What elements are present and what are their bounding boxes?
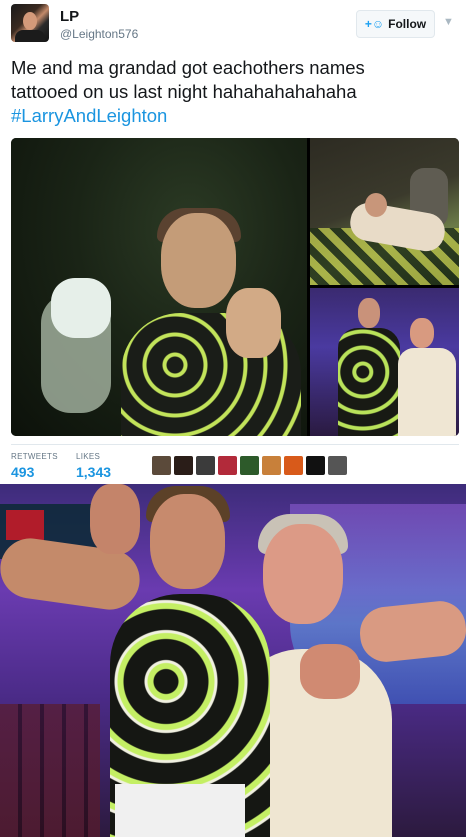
photo-hand xyxy=(226,288,281,358)
photo-lying-head xyxy=(365,193,387,217)
author-display-name[interactable]: LP xyxy=(60,8,79,25)
likes-count: 1,343 xyxy=(76,464,112,480)
liker-avatar[interactable] xyxy=(196,456,215,475)
retweets-count: 493 xyxy=(11,464,35,480)
media-photo-grandad[interactable] xyxy=(310,288,459,436)
photo-grandad-face xyxy=(410,318,434,348)
retweets-stat[interactable]: RETWEETS 493 xyxy=(11,452,58,480)
liker-avatar[interactable] xyxy=(218,456,237,475)
large-photo-grandson-and-grandad xyxy=(0,484,466,837)
photo-neon-sign-red xyxy=(6,510,44,540)
follow-button-label: Follow xyxy=(388,17,427,31)
photo-grandson-face xyxy=(358,298,380,328)
hashtag-link[interactable]: #LarryAndLeighton xyxy=(11,104,456,128)
liker-avatar[interactable] xyxy=(262,456,281,475)
photo-chairs xyxy=(0,704,100,837)
photo-grandson-fist xyxy=(90,484,140,554)
author-handle[interactable]: @Leighton576 xyxy=(60,27,138,41)
photo-grandson-jeans xyxy=(115,784,245,837)
add-user-icon: +☺ xyxy=(364,17,385,31)
retweets-label: RETWEETS xyxy=(11,452,58,461)
photo-grandson-face xyxy=(150,494,225,589)
liker-avatars xyxy=(152,456,347,475)
liker-avatar[interactable] xyxy=(174,456,193,475)
chevron-down-icon[interactable]: ▼ xyxy=(443,16,454,28)
tweet-text-line-1: Me and ma grandad got eachothers names xyxy=(11,57,365,78)
divider xyxy=(11,444,459,445)
photo-grandad-face xyxy=(263,524,343,624)
tweet-text-line-2: tattooed on us last night hahahahahahaha xyxy=(11,81,357,102)
follow-button[interactable]: +☺ Follow xyxy=(356,10,435,38)
tweet-text: Me and ma grandad got eachothers names t… xyxy=(11,56,456,128)
photo-grandson xyxy=(338,328,400,436)
avatar-face xyxy=(23,12,37,30)
photo-grandad-hand xyxy=(300,644,360,699)
likes-label: LIKES xyxy=(76,452,101,461)
photo-grandad xyxy=(398,348,456,436)
media-photo-tattoo-session[interactable] xyxy=(11,138,307,436)
avatar-shirt xyxy=(15,30,45,42)
tweet-card: LP @Leighton576 +☺ Follow ▼ Me and ma gr… xyxy=(0,0,466,480)
photo-face xyxy=(161,213,236,308)
author-avatar[interactable] xyxy=(11,4,49,42)
liker-avatar[interactable] xyxy=(240,456,259,475)
liker-avatar[interactable] xyxy=(284,456,303,475)
liker-avatar[interactable] xyxy=(306,456,325,475)
media-grid xyxy=(11,138,459,436)
liker-avatar[interactable] xyxy=(152,456,171,475)
media-photo-floor[interactable] xyxy=(310,138,459,285)
photo-glove xyxy=(51,278,111,338)
liker-avatar[interactable] xyxy=(328,456,347,475)
likes-stat[interactable]: LIKES 1,343 xyxy=(76,452,111,480)
